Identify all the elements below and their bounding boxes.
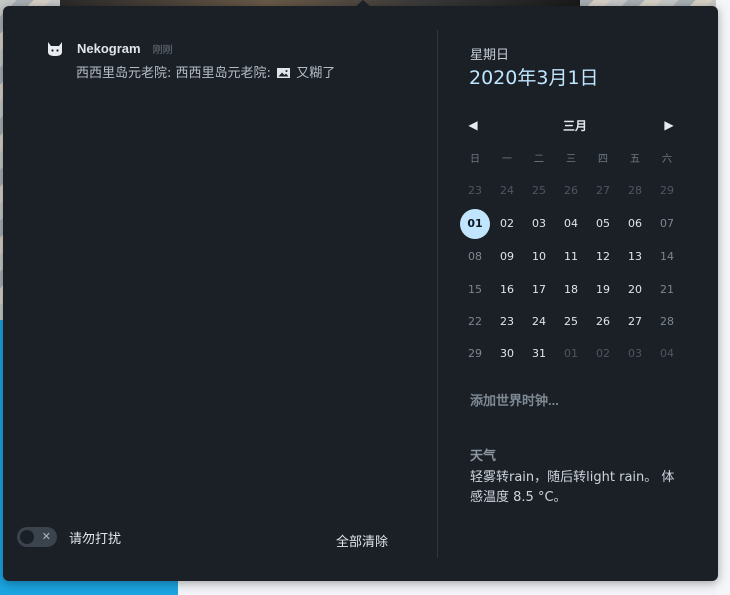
calendar-day[interactable]: 26 xyxy=(587,312,619,332)
calendar-day[interactable]: 06 xyxy=(619,214,651,234)
calendar-day[interactable]: 20 xyxy=(619,280,651,300)
day-of-week-label: 一 xyxy=(502,154,512,165)
calendar-day[interactable]: 26 xyxy=(555,181,587,201)
calendar-day[interactable]: 24 xyxy=(523,312,555,332)
calendar-day[interactable]: 27 xyxy=(619,312,651,332)
toggle-knob xyxy=(20,530,34,544)
day-of-week-label: 五 xyxy=(630,154,640,165)
day-of-week-label: 日 xyxy=(470,154,480,165)
calendar-day[interactable]: 02 xyxy=(587,344,619,364)
calendar-week-row: 23 24 25 26 27 28 29 xyxy=(459,181,683,201)
add-world-clock-button[interactable]: 添加世界时钟... xyxy=(470,390,559,409)
notification-body: 西西里岛元老院: 西西里岛元老院: 又糊了 xyxy=(76,62,425,81)
calendar-day[interactable]: 05 xyxy=(587,214,619,234)
calendar-day[interactable]: 11 xyxy=(555,247,587,267)
calendar-day[interactable]: 28 xyxy=(619,181,651,201)
calendar-week-row: 15 16 17 18 19 20 21 xyxy=(459,280,683,300)
day-of-week-label: 二 xyxy=(534,154,544,165)
calendar-day[interactable]: 27 xyxy=(587,181,619,201)
calendar-day[interactable]: 29 xyxy=(459,344,491,364)
do-not-disturb: ✕ 请勿打扰 xyxy=(17,527,121,547)
calendar-day-selected[interactable]: 01 xyxy=(459,214,491,234)
calendar-week-row: 01 02 03 04 05 06 07 xyxy=(459,209,683,239)
calendar-day[interactable]: 10 xyxy=(523,247,555,267)
calendar-day[interactable]: 03 xyxy=(523,214,555,234)
background-window-edge xyxy=(716,0,730,595)
close-icon: ✕ xyxy=(41,530,51,543)
popover-arrow xyxy=(355,0,371,7)
dnd-toggle[interactable]: ✕ xyxy=(17,527,57,547)
calendar-day[interactable]: 08 xyxy=(459,247,491,267)
current-date[interactable]: 2020年3月1日 xyxy=(469,63,599,90)
calendar-day[interactable]: 16 xyxy=(491,280,523,300)
calendar-day[interactable]: 23 xyxy=(491,312,523,332)
calendar-day[interactable]: 23 xyxy=(459,181,491,201)
notification-body-text: 西西里岛元老院: 西西里岛元老院: xyxy=(76,66,271,81)
calendar-week-row: 22 23 24 25 26 27 28 xyxy=(459,312,683,332)
calendar-week-row: 08 09 10 11 12 13 14 xyxy=(459,247,683,267)
calendar-day[interactable]: 09 xyxy=(491,247,523,267)
triangle-right-icon[interactable]: ▶ xyxy=(661,116,677,134)
calendar-day[interactable]: 14 xyxy=(651,247,683,267)
day-of-week-label: 四 xyxy=(598,154,608,165)
vertical-divider xyxy=(437,30,438,558)
notification-body-suffix: 又糊了 xyxy=(296,66,336,81)
day-of-week-label: 三 xyxy=(566,154,576,165)
calendar-day[interactable]: 07 xyxy=(651,214,683,234)
weather-title: 天气 xyxy=(470,449,497,464)
calendar-day[interactable]: 02 xyxy=(491,214,523,234)
calendar-day[interactable]: 31 xyxy=(523,344,555,364)
calendar-day[interactable]: 03 xyxy=(619,344,651,364)
calendar-day[interactable]: 21 xyxy=(651,280,683,300)
calendar-day[interactable]: 13 xyxy=(619,247,651,267)
calendar-day[interactable]: 25 xyxy=(555,312,587,332)
clear-all-button[interactable]: 全部清除 xyxy=(336,531,388,550)
image-icon xyxy=(277,68,291,78)
day-of-week-row: 日一二三四五六 xyxy=(459,150,683,170)
calendar-day[interactable]: 30 xyxy=(491,344,523,364)
weather-description[interactable]: 轻雾转rain，随后转light rain。 体感温度 8.5 °C。 xyxy=(470,468,680,508)
calendar-day[interactable]: 22 xyxy=(459,312,491,332)
dnd-label: 请勿打扰 xyxy=(69,531,122,547)
notification-header: Nekogram 刚刚 xyxy=(45,39,425,57)
calendar-day[interactable]: 29 xyxy=(651,181,683,201)
day-of-week-label: 六 xyxy=(662,154,672,165)
calendar-day[interactable]: 01 xyxy=(555,344,587,364)
calendar-navigation: ◀ 三月 ▶ xyxy=(465,116,685,136)
calendar-day[interactable]: 18 xyxy=(555,280,587,300)
calendar-day[interactable]: 24 xyxy=(491,181,523,201)
notification-calendar-popover: Nekogram 刚刚 西西里岛元老院: 西西里岛元老院: 又糊了 ✕ 请勿打扰… xyxy=(3,0,718,581)
current-weekday: 星期日 xyxy=(470,48,510,63)
calendar-day[interactable]: 12 xyxy=(587,247,619,267)
notification-app-name: Nekogram xyxy=(77,40,141,56)
notification-time: 刚刚 xyxy=(152,44,173,56)
calendar-week-row: 29 30 31 01 02 03 04 xyxy=(459,344,683,364)
calendar-month[interactable]: 三月 xyxy=(465,117,685,134)
cat-icon xyxy=(48,42,62,56)
notification-item[interactable]: Nekogram 刚刚 西西里岛元老院: 西西里岛元老院: 又糊了 xyxy=(45,39,425,81)
calendar-day[interactable]: 25 xyxy=(523,181,555,201)
calendar-day[interactable]: 04 xyxy=(651,344,683,364)
calendar-day[interactable]: 15 xyxy=(459,280,491,300)
calendar-day[interactable]: 17 xyxy=(523,280,555,300)
calendar-day[interactable]: 04 xyxy=(555,214,587,234)
calendar-day[interactable]: 28 xyxy=(651,312,683,332)
calendar-day[interactable]: 19 xyxy=(587,280,619,300)
